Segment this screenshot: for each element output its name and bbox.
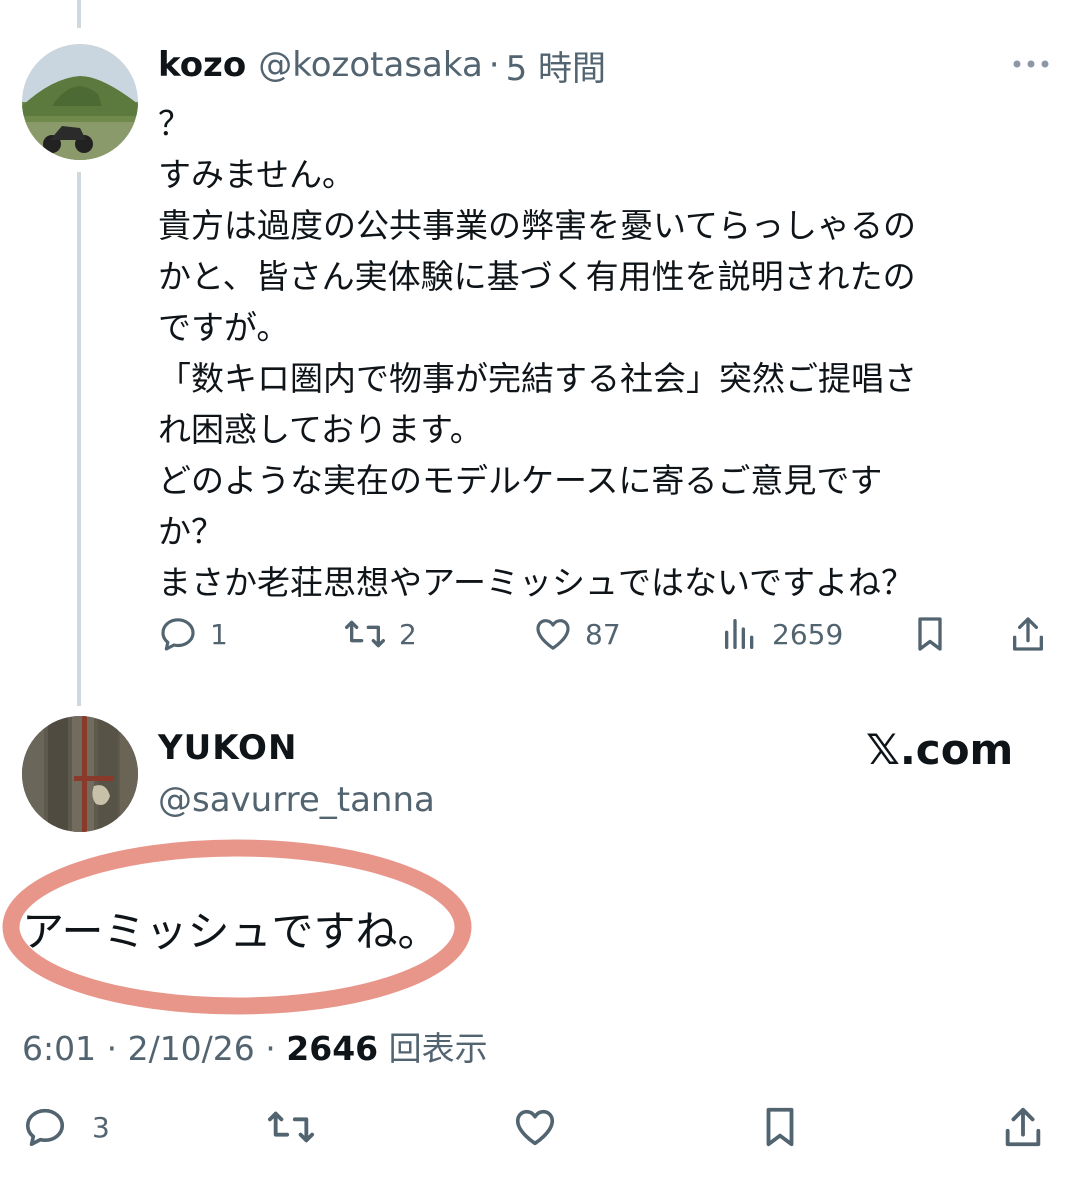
repost-icon bbox=[267, 1111, 314, 1143]
main-views-count: 2646 bbox=[286, 1029, 379, 1068]
main-share-button[interactable] bbox=[1000, 1104, 1046, 1150]
like-count: 87 bbox=[585, 617, 621, 651]
reply-text-line: まさか老荘思想やアーミッシュではないですよね？ bbox=[158, 563, 915, 602]
main-avatar[interactable] bbox=[22, 716, 138, 832]
thread-line bbox=[77, 172, 81, 706]
main-reply-button[interactable]: 3 bbox=[22, 1104, 110, 1150]
main-tweet-text: アーミッシュですね。 bbox=[22, 907, 440, 956]
reply-timestamp[interactable]: 5 時間 bbox=[506, 41, 606, 90]
main-avatar-image bbox=[22, 716, 138, 832]
heart-icon bbox=[515, 1109, 555, 1146]
reply-icon bbox=[25, 1108, 65, 1147]
reply-text-line: かと、皆さん実体験に基づく有用性を説明されたの bbox=[158, 257, 916, 296]
main-bookmark-button[interactable] bbox=[757, 1104, 803, 1150]
separator-dot: · bbox=[488, 45, 500, 85]
reply-text: ？ すみません。 貴方は過度の公共事業の弊害を憂いてらっしゃるの かと、皆さん実… bbox=[158, 98, 1058, 608]
bookmark-icon bbox=[766, 1107, 794, 1147]
share-button[interactable] bbox=[1008, 614, 1048, 654]
reply-author-name[interactable]: kozo bbox=[158, 45, 246, 85]
reply-author-handle[interactable]: @kozotasaka bbox=[258, 45, 483, 85]
reply-text-line: すみません。 bbox=[158, 155, 356, 194]
main-repost-button[interactable] bbox=[266, 1104, 316, 1150]
heart-icon bbox=[536, 619, 570, 650]
reply-button[interactable]: 1 bbox=[158, 614, 228, 654]
views-count: 2659 bbox=[772, 617, 844, 651]
bookmark-button[interactable] bbox=[910, 614, 950, 654]
reply-text-line: れ困惑しております。 bbox=[158, 410, 483, 449]
avatar-image bbox=[22, 44, 138, 160]
repost-button[interactable]: 2 bbox=[343, 614, 417, 654]
reply-text-line: ですが。 bbox=[158, 308, 290, 347]
share-icon bbox=[1013, 617, 1043, 651]
reply-count: 1 bbox=[210, 617, 228, 651]
like-button[interactable]: 87 bbox=[533, 614, 621, 654]
main-author-handle[interactable]: @savurre_tanna bbox=[158, 780, 435, 820]
bookmark-icon bbox=[918, 617, 942, 651]
avatar[interactable] bbox=[22, 44, 138, 160]
reply-text-line: か？ bbox=[158, 512, 224, 551]
thread-line-top bbox=[77, 0, 81, 28]
tweet-meta: 6:01 · 2/10/26 · 2646 回表示 bbox=[22, 1022, 488, 1070]
reply-icon bbox=[161, 618, 195, 651]
reply-text-line: 貴方は過度の公共事業の弊害を憂いてらっしゃるの bbox=[158, 206, 917, 245]
reply-header: kozo @kozotasaka · 5 時間 bbox=[158, 40, 606, 90]
reply-text-line: どのような実在のモデルケースに寄るご意見です bbox=[158, 461, 883, 500]
main-author-name[interactable]: YUKON bbox=[158, 728, 297, 768]
main-views-label: 回表示 bbox=[388, 1029, 488, 1068]
views-icon bbox=[725, 619, 754, 649]
main-like-button[interactable] bbox=[512, 1104, 558, 1150]
repost-icon bbox=[344, 620, 385, 648]
reply-text-line: ？ bbox=[158, 104, 191, 143]
share-icon bbox=[1005, 1107, 1041, 1147]
x-com-watermark: 𝕏.com bbox=[866, 725, 1014, 774]
reply-text-line: 「数キロ圏内で物事が完結する社会」突然ご提唱さ bbox=[158, 359, 917, 398]
main-timestamp[interactable]: 6:01 · 2/10/26 · bbox=[22, 1029, 276, 1068]
main-reply-count: 3 bbox=[92, 1110, 110, 1144]
repost-count: 2 bbox=[399, 617, 417, 651]
views-button[interactable]: 2659 bbox=[720, 614, 843, 654]
more-icon[interactable] bbox=[1006, 48, 1056, 80]
